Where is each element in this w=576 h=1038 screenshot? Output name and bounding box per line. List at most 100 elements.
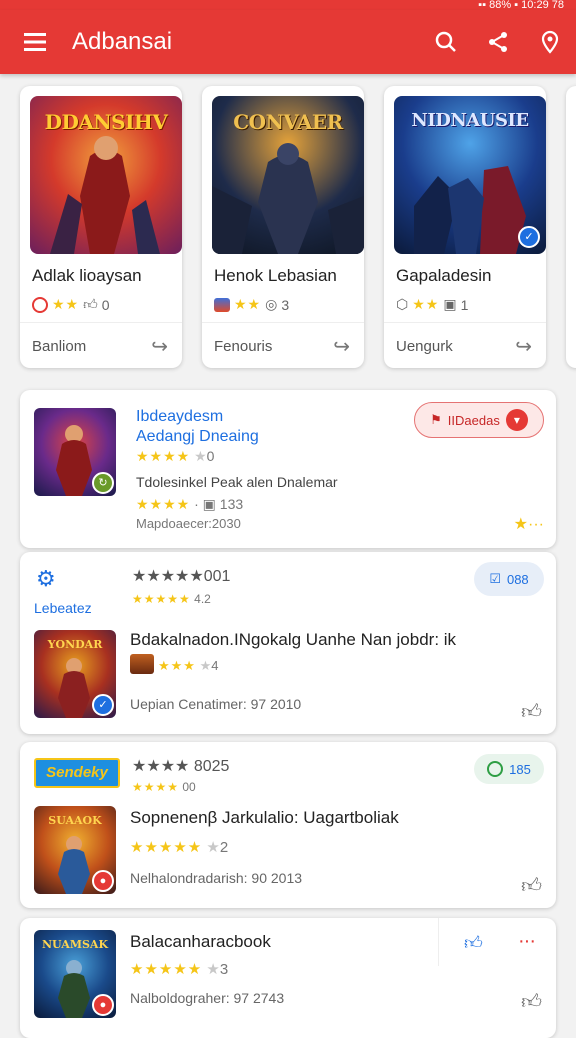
featured-card-partial[interactable]	[566, 86, 576, 368]
list-item[interactable]: ↻ Ibdeaydesm Aedangj Dneaing ★★★★ ★0 Tdo…	[20, 390, 556, 548]
forward-icon[interactable]: ↪	[515, 334, 532, 359]
rating-stars: ★★★	[158, 658, 196, 673]
item-rating: ★★★ ★4	[158, 658, 218, 674]
item-date: Nalboldograher: 97 2743	[130, 990, 285, 1006]
location-button[interactable]	[524, 30, 576, 54]
settings-gear-icon[interactable]: ⚙	[36, 566, 56, 592]
pill-label: 088	[506, 571, 529, 587]
card-title: Gapaladesin	[396, 266, 492, 285]
studio-logo: Sendeky	[34, 758, 120, 788]
list-item[interactable]: NUAMSAK ● Balacanharacbook ★★★★★ ★3 Nalb…	[20, 918, 556, 1038]
search-button[interactable]	[420, 30, 472, 54]
game-thumbnail: YONDAR ✓	[34, 630, 116, 718]
item-rating: ★★★★ ★0	[136, 448, 214, 465]
tag-icon: ⬡	[396, 296, 409, 312]
rating-stars: ★★★★★	[130, 839, 203, 856]
location-pin-icon	[541, 30, 559, 54]
like-thumb-icon[interactable]: 👍︎	[464, 932, 483, 954]
hamburger-icon	[24, 33, 46, 51]
like-thumb-icon[interactable]: 👍︎	[521, 874, 542, 898]
flag-icon: ⚑	[430, 412, 442, 427]
card-count: 3	[281, 296, 290, 313]
card-meta: ★★ ◎ 3	[214, 296, 289, 313]
rating-stars: ★★★★	[132, 780, 180, 794]
stats-count: 133	[219, 496, 244, 512]
rating-count: 3	[219, 961, 229, 978]
empty-star-icon: ★	[199, 658, 212, 673]
verified-badge-icon: ✓	[92, 694, 114, 716]
badge-pill-button[interactable]: ☑ 088	[474, 562, 544, 596]
rating-count: 0	[206, 448, 215, 464]
item-stats: ★★★★ · ▣ 133	[136, 496, 244, 512]
item-rating: ★★★★★ ★3	[130, 960, 228, 978]
rating-stars: ★★	[412, 296, 440, 312]
game-cover-image: NIDNAUSIE ✓	[394, 96, 546, 254]
rating-stars: ★★★★	[136, 496, 191, 512]
like-thumb-icon[interactable]: 👍︎	[521, 700, 542, 724]
action-bar	[438, 918, 556, 966]
like-thumb-icon[interactable]: 👍︎	[521, 990, 542, 1014]
item-title: Balacanharacbook	[130, 932, 271, 951]
card-footer-label: Uengurk	[396, 338, 453, 355]
pill-label: IIDaedas	[447, 412, 500, 428]
featured-card[interactable]: NIDNAUSIE ✓ Gapaladesin ⬡ ★★ ▣ 1 Uengurk…	[384, 86, 546, 368]
card-count: 0	[101, 296, 110, 313]
install-pill-button[interactable]: ⚑ IIDaedas ▾	[414, 402, 544, 438]
forward-icon[interactable]: ↪	[333, 334, 350, 359]
list-item[interactable]: ⚙ Lebeatez ★★★★★001 ★★★★★ 4.2 ☑ 088 YOND…	[20, 552, 556, 734]
game-icon	[214, 297, 230, 312]
rating-count: 2	[219, 839, 229, 856]
empty-star-icon: ★	[194, 448, 207, 464]
card-meta: ★★ 👍︎ 0	[32, 296, 110, 313]
card-footer-label: Banliom	[32, 338, 87, 355]
empty-star-icon: ★	[206, 839, 220, 856]
empty-star-icon: ★	[206, 961, 220, 978]
share-button[interactable]	[472, 30, 524, 54]
chevron-down-icon: ▾	[505, 409, 528, 431]
item-subtitle: Aedangj Dneaing	[136, 428, 259, 445]
check-badge-icon: ☑	[489, 571, 501, 586]
more-star-icon[interactable]: ★···	[514, 514, 544, 534]
rating-sub: ★★★★★ 4.2	[132, 592, 211, 606]
rating-value: 00	[182, 780, 196, 794]
item-date: Mapdoaecer:2030	[136, 516, 241, 531]
featured-card[interactable]: CONVAER Henok Lebasian ★★ ◎ 3 Fenouris ↪	[202, 86, 364, 368]
mini-game-icon	[130, 654, 154, 674]
featured-carousel[interactable]: DDANSIHV Adlak lioaysan ★★ 👍︎ 0 Banliom …	[0, 86, 576, 376]
card-count: 1	[460, 296, 469, 313]
red-badge-icon: ●	[92, 994, 114, 1016]
more-options-icon[interactable]: ···	[518, 930, 536, 953]
game-cover-image: CONVAER	[212, 96, 364, 254]
menu-button[interactable]	[0, 32, 72, 52]
rating-stars: ★★	[52, 296, 80, 312]
refresh-badge-icon: ↻	[92, 472, 114, 494]
forward-icon[interactable]: ↪	[151, 334, 168, 359]
app-title: Adbansai	[72, 28, 173, 55]
item-description: Tdolesinkel Peak alen Dnalemar	[136, 474, 338, 490]
game-thumbnail: ↻	[34, 408, 116, 496]
game-thumbnail: NUAMSAK ●	[34, 930, 116, 1018]
camera-icon: ▣	[202, 496, 216, 512]
featured-card[interactable]: DDANSIHV Adlak lioaysan ★★ 👍︎ 0 Banliom …	[20, 86, 182, 368]
rating-stars: ★★★★	[136, 448, 191, 464]
item-date: Uepian Cenatimer: 97 2010	[130, 696, 302, 712]
red-badge-icon: ●	[92, 870, 114, 892]
rating-sub: ★★★★ 00	[132, 780, 196, 794]
card-title: Henok Lebasian	[214, 266, 337, 285]
thumbs-up-icon: 👍︎	[83, 296, 98, 312]
badge-pill-button[interactable]: 185	[474, 754, 544, 784]
list-item[interactable]: Sendeky ★★★★ 8025 ★★★★ 00 185 SUAAOK ● S…	[20, 742, 556, 908]
item-title: Ibdeaydesm	[136, 408, 224, 425]
item-rating: ★★★★★ ★2	[130, 838, 228, 856]
card-title: Adlak lioaysan	[32, 266, 142, 285]
share-icon	[489, 32, 507, 52]
rating-stars: ★★★★★	[132, 592, 191, 606]
badge-icon: ▣	[443, 296, 457, 312]
rating-count: 4	[211, 658, 219, 673]
item-title: Sopnenenβ Jarkulalio: Uagartboliak	[130, 808, 399, 827]
card-footer-label: Fenouris	[214, 338, 273, 355]
pill-label: 185	[509, 761, 531, 777]
check-circle-icon	[487, 761, 504, 777]
side-label: Lebeatez	[34, 600, 92, 616]
no-entry-icon	[32, 296, 48, 313]
